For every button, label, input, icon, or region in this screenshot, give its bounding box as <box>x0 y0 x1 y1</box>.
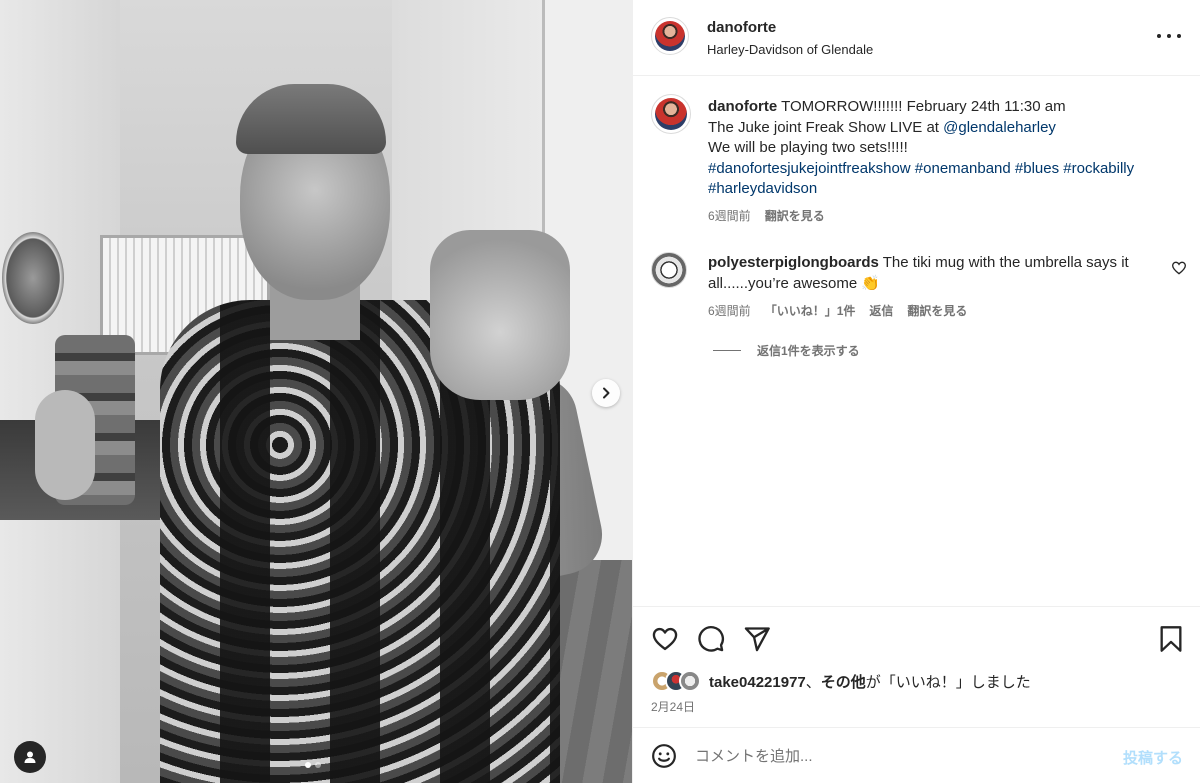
carousel-dot <box>315 762 321 768</box>
likes-summary: take04221977、その他が「いいね！」しました <box>651 670 1031 692</box>
caption-line-3: We will be playing two sets!!!!! <box>708 139 908 156</box>
avatar[interactable] <box>651 17 689 55</box>
commenter-avatar[interactable] <box>651 252 687 288</box>
carousel-next-button[interactable] <box>592 379 620 407</box>
heart-icon[interactable] <box>651 625 679 653</box>
photo-person-hand <box>430 230 570 400</box>
reply-button[interactable]: 返信 <box>869 302 893 319</box>
likes-text: take04221977、その他が「いいね！」しました <box>709 671 1031 692</box>
comment-input[interactable] <box>695 742 1095 770</box>
photo-bg-mirror <box>2 232 64 324</box>
user-tag-icon <box>24 751 36 763</box>
translate-button[interactable]: 翻訳を見る <box>907 302 967 319</box>
avatar[interactable] <box>651 94 691 134</box>
hashtag-link[interactable]: #onemanband <box>915 160 1011 177</box>
comment-time[interactable]: 6週間前 <box>708 302 751 319</box>
hashtag-link[interactable]: #danofortesjukejointfreakshow <box>708 160 911 177</box>
comment-username[interactable]: polyesterpiglongboards <box>708 254 879 271</box>
header-location[interactable]: Harley-Davidson of Glendale <box>707 42 873 57</box>
liker-avatar[interactable] <box>679 670 701 692</box>
comment-bubble-icon[interactable] <box>697 625 725 653</box>
post-actions: take04221977、その他が「いいね！」しました 2月24日 <box>633 606 1200 726</box>
post-side-panel: danoforte Harley-Davidson of Glendale da… <box>632 0 1200 783</box>
hashtag-link[interactable]: #blues <box>1015 160 1059 177</box>
header-username[interactable]: danoforte <box>707 19 776 36</box>
post-comment-button[interactable]: 投稿する <box>1123 747 1183 768</box>
comment-text: polyesterpiglongboards The tiki mug with… <box>708 253 1158 294</box>
comment-likes-count[interactable]: 「いいね！」1件 <box>765 302 856 319</box>
likes-separator: 、 <box>805 673 821 691</box>
translate-button[interactable]: 翻訳を見る <box>765 207 825 224</box>
view-replies-label: 返信1件を表示する <box>757 344 860 358</box>
caption-time[interactable]: 6週間前 <box>708 207 751 224</box>
caption-line-1: TOMORROW!!!!!!! February 24th 11:30 am <box>781 98 1066 115</box>
replies-divider <box>713 350 741 351</box>
emoji-icon[interactable] <box>651 743 677 769</box>
clapping-emoji: 👏 <box>861 274 881 292</box>
photo-person-cap <box>236 84 386 154</box>
post-photo[interactable] <box>0 0 632 783</box>
chevron-right-icon <box>603 387 610 399</box>
caption-mention-link[interactable]: @glendaleharley <box>943 119 1056 136</box>
hashtag-link[interactable]: #harleydavidson <box>708 180 817 197</box>
likes-suffix: が「いいね！」しました <box>865 673 1031 691</box>
likes-others-link[interactable]: その他 <box>821 674 866 691</box>
comment-meta: 6週間前 「いいね！」1件 返信 翻訳を見る <box>708 302 967 319</box>
caption-text: danoforte TOMORROW!!!!!!! February 24th … <box>708 97 1178 200</box>
photo-person-left-hand <box>35 390 95 500</box>
tagged-users-button[interactable] <box>14 741 46 773</box>
caption-username[interactable]: danoforte <box>708 98 777 115</box>
more-options-icon[interactable] <box>1157 26 1181 46</box>
caption-meta: 6週間前 翻訳を見る <box>708 207 825 224</box>
caption-line-2: The Juke joint Freak Show LIVE at <box>708 118 939 136</box>
paper-plane-icon[interactable] <box>743 625 771 653</box>
add-comment-bar: 投稿する <box>633 727 1200 783</box>
view-replies-button[interactable]: 返信1件を表示する <box>713 342 860 359</box>
comment-like-heart-icon[interactable] <box>1171 260 1187 276</box>
post-header: danoforte Harley-Davidson of Glendale <box>633 0 1200 76</box>
hashtag-link[interactable]: #rockabilly <box>1063 160 1134 177</box>
post-date[interactable]: 2月24日 <box>651 698 695 715</box>
carousel-indicator <box>305 762 321 768</box>
liker-username[interactable]: take04221977 <box>709 674 806 691</box>
carousel-dot-active <box>305 762 311 768</box>
bookmark-icon[interactable] <box>1157 625 1185 653</box>
